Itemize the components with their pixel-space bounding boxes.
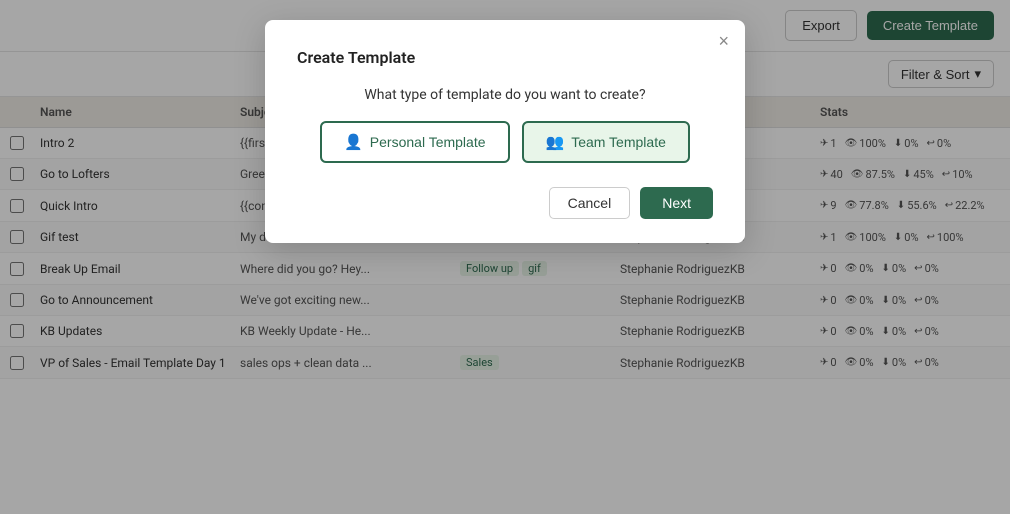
team-template-button[interactable]: 👥 Team Template — [522, 121, 690, 163]
modal-title: Create Template — [297, 48, 713, 67]
person-icon: 👤 — [344, 133, 363, 151]
modal-options: 👤 Personal Template 👥 Team Template — [297, 121, 713, 163]
personal-template-button[interactable]: 👤 Personal Template — [320, 121, 509, 163]
team-icon: 👥 — [546, 133, 565, 151]
modal-overlay: × Create Template What type of template … — [0, 0, 1010, 514]
personal-template-label: Personal Template — [370, 134, 486, 150]
page-background: Export Create Template Filter & Sort ▾ N… — [0, 0, 1010, 514]
team-template-label: Team Template — [571, 134, 666, 150]
next-button[interactable]: Next — [640, 187, 713, 219]
modal-question: What type of template do you want to cre… — [297, 87, 713, 103]
modal-actions: Cancel Next — [297, 187, 713, 219]
create-template-modal: × Create Template What type of template … — [265, 20, 745, 243]
cancel-button[interactable]: Cancel — [549, 187, 631, 219]
modal-close-button[interactable]: × — [718, 32, 729, 50]
